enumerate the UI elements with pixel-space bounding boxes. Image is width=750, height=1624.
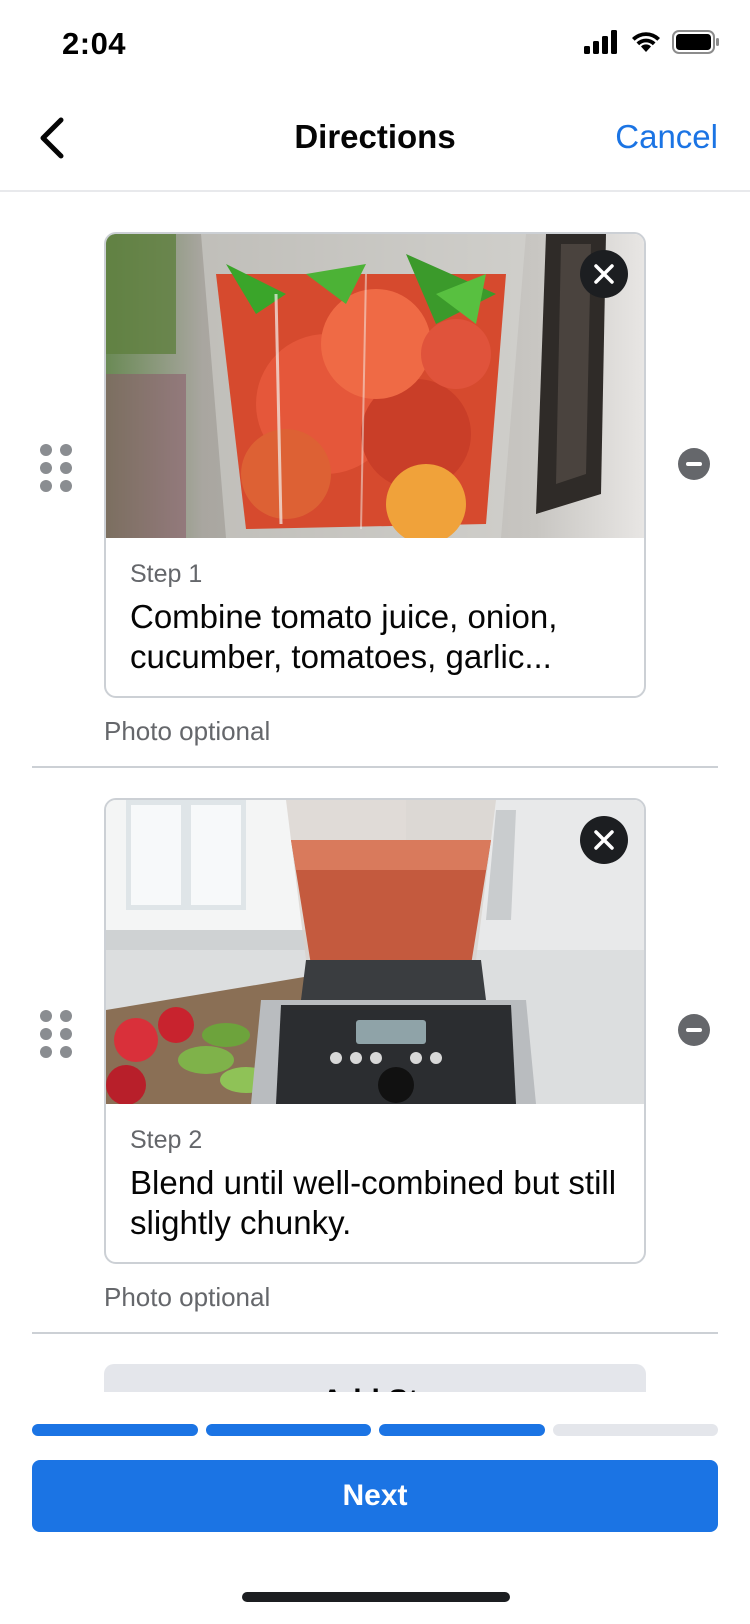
remove-photo-button[interactable]: [580, 816, 628, 864]
step-photo: [106, 234, 644, 538]
step-photo: [106, 800, 644, 1104]
status-icons: [584, 30, 720, 59]
divider: [32, 766, 718, 768]
status-time: 2:04: [62, 26, 127, 61]
step-item: Step 2 Blend until well-combined but sti…: [0, 798, 750, 1364]
progress-indicator: [32, 1424, 718, 1436]
screen: 2:04 Directions Cancel Step 1 Combine to…: [0, 0, 750, 1624]
divider: [32, 1332, 718, 1334]
drag-handle-icon[interactable]: [40, 444, 72, 492]
step-card[interactable]: Step 2 Blend until well-combined but sti…: [104, 798, 646, 1264]
progress-segment: [379, 1424, 545, 1436]
step-label: Step 2: [130, 1126, 203, 1154]
cancel-button[interactable]: Cancel: [615, 118, 718, 156]
step-description: Blend until well-combined but still slig…: [130, 1164, 617, 1241]
drag-handle-icon[interactable]: [40, 1010, 72, 1058]
step-text-area[interactable]: Step 2 Blend until well-combined but sti…: [106, 1104, 644, 1262]
close-icon: [593, 263, 615, 285]
photo-optional-note: Photo optional: [104, 716, 271, 746]
battery-icon: [672, 30, 720, 59]
close-icon: [593, 829, 615, 851]
step-description: Combine tomato juice, onion, cucumber, t…: [130, 598, 558, 675]
remove-photo-button[interactable]: [580, 250, 628, 298]
progress-segment: [205, 1424, 371, 1436]
next-button[interactable]: Next: [32, 1460, 718, 1532]
steps-list[interactable]: Step 1 Combine tomato juice, onion, cucu…: [0, 194, 750, 1392]
status-bar: 2:04: [0, 0, 750, 92]
remove-circle-icon[interactable]: [678, 1014, 710, 1046]
cellular-signal-icon: [584, 30, 620, 59]
progress-segment: [552, 1424, 718, 1436]
home-indicator: [242, 1592, 510, 1602]
step-card[interactable]: Step 1 Combine tomato juice, onion, cucu…: [104, 232, 646, 698]
remove-circle-icon[interactable]: [678, 448, 710, 480]
photo-optional-note: Photo optional: [104, 1282, 271, 1312]
step-text-area[interactable]: Step 1 Combine tomato juice, onion, cucu…: [106, 538, 644, 696]
add-step-button[interactable]: + Add Step: [104, 1364, 646, 1392]
wifi-icon: [630, 30, 662, 59]
progress-segment: [32, 1424, 198, 1436]
step-label: Step 1: [130, 560, 203, 588]
step-item: Step 1 Combine tomato juice, onion, cucu…: [0, 232, 750, 798]
nav-bar: Directions Cancel: [0, 92, 750, 192]
